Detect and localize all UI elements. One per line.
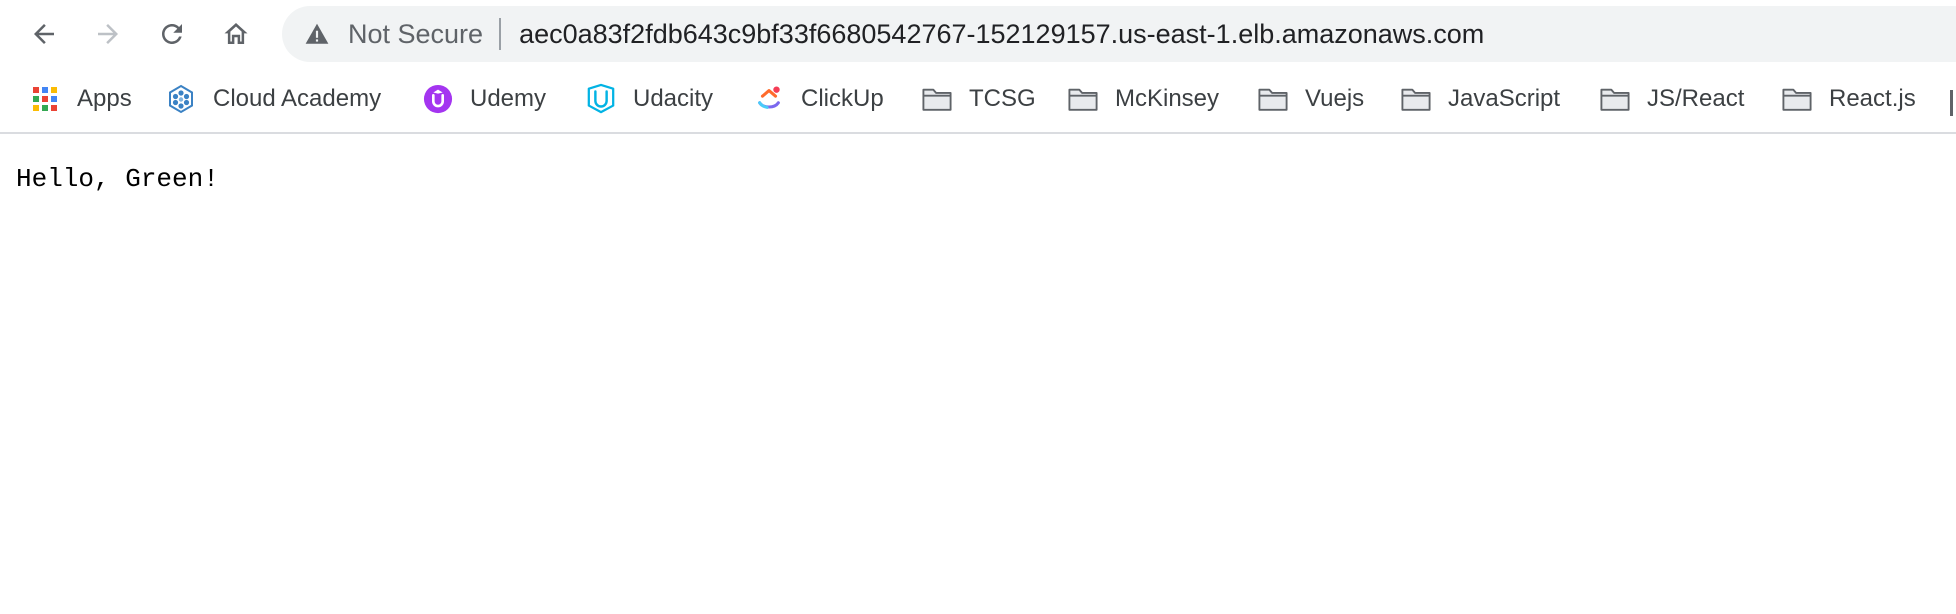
folder-icon — [1258, 84, 1288, 114]
bookmark-label: Cloud Academy — [213, 85, 382, 112]
bookmarks-bar: Apps Cloud Academy Udemy Udacity ClickUp… — [0, 68, 1956, 134]
home-button[interactable] — [212, 10, 260, 58]
bookmark-clickup[interactable]: ClickUp — [746, 76, 892, 122]
bookmark-udemy[interactable]: Udemy — [415, 76, 554, 122]
bookmark-apps[interactable]: Apps — [22, 76, 140, 122]
bookmark-folder-react-js[interactable]: React.js — [1774, 76, 1924, 122]
clickup-icon — [754, 84, 784, 114]
arrow-right-icon — [98, 24, 118, 44]
bookmark-label: Vuejs — [1305, 85, 1365, 112]
bookmark-udacity[interactable]: Udacity — [578, 76, 721, 122]
browser-toolbar: Not Secure aec0a83f2fdb643c9bf33f6680542… — [0, 0, 1956, 68]
bookmark-label: React.js — [1829, 85, 1916, 112]
forward-button[interactable] — [84, 10, 132, 58]
folder-icon — [922, 84, 952, 114]
back-button[interactable] — [20, 10, 68, 58]
bookmarks-overflow-indicator[interactable] — [1950, 90, 1953, 116]
folder-icon — [1600, 84, 1630, 114]
folder-icon — [1068, 84, 1098, 114]
bookmark-label: JS/React — [1647, 85, 1745, 112]
bookmark-label: Apps — [77, 85, 132, 112]
folder-icon — [1401, 84, 1431, 114]
udacity-icon — [586, 83, 616, 114]
bookmark-folder-mckinsey[interactable]: McKinsey — [1060, 76, 1227, 122]
security-status-label: Not Secure — [348, 18, 484, 49]
reload-button[interactable] — [148, 10, 196, 58]
bookmark-label: TCSG — [969, 85, 1036, 112]
apps-grid-icon — [30, 84, 60, 114]
site-info-chip[interactable]: Not Secure — [282, 6, 499, 62]
bookmark-folder-vuejs[interactable]: Vuejs — [1250, 76, 1372, 122]
bookmark-label: JavaScript — [1448, 85, 1561, 112]
page-body-text: Hello, Green! — [16, 164, 219, 194]
cloud-academy-icon — [166, 84, 196, 114]
bookmark-cloud-academy[interactable]: Cloud Academy — [158, 76, 389, 122]
bookmark-label: McKinsey — [1115, 85, 1220, 112]
bookmark-label: Udacity — [633, 85, 714, 112]
folder-icon — [1782, 84, 1812, 114]
arrow-left-icon — [34, 24, 54, 44]
address-bar[interactable]: Not Secure aec0a83f2fdb643c9bf33f6680542… — [282, 6, 1956, 62]
warning-triangle-icon — [305, 23, 329, 44]
home-icon — [224, 23, 248, 44]
udemy-icon — [423, 84, 453, 114]
bookmark-label: Udemy — [470, 85, 547, 112]
bookmark-folder-javascript[interactable]: JavaScript — [1393, 76, 1568, 122]
url-text[interactable]: aec0a83f2fdb643c9bf33f6680542767-1521291… — [519, 19, 1484, 50]
reload-icon — [162, 24, 182, 44]
bookmark-folder-js-react[interactable]: JS/React — [1592, 76, 1752, 122]
omnibox-divider — [499, 18, 502, 50]
page-viewport: Hello, Green! — [0, 134, 1956, 614]
bookmark-label: ClickUp — [801, 85, 884, 112]
bookmark-folder-tcsg[interactable]: TCSG — [914, 76, 1044, 122]
